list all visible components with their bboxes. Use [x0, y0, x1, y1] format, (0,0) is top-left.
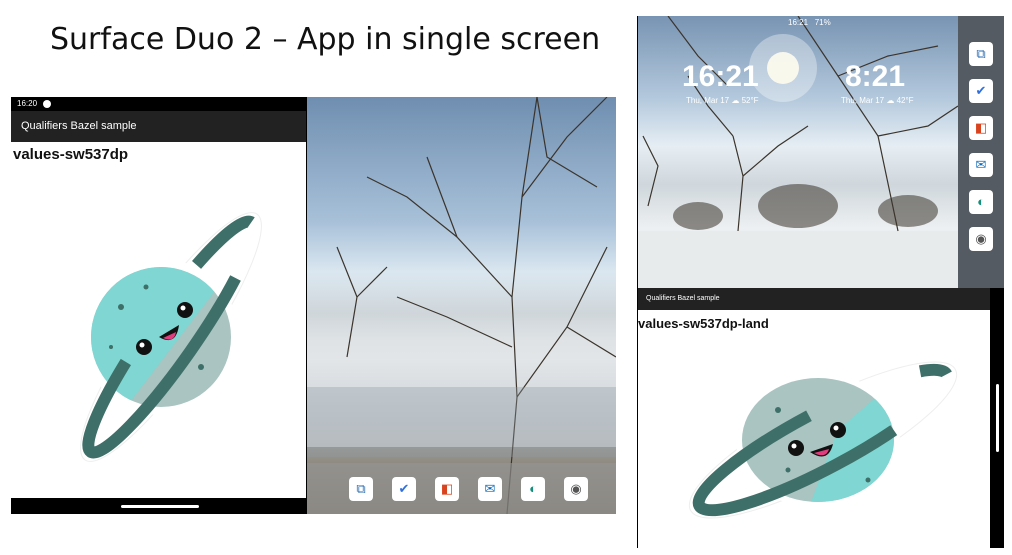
surface-duo-landscape: 16:21 71% 16:21 Thu, Mar 17 ☁ 52°F 8:21 …	[637, 16, 1004, 548]
notification-icon	[43, 100, 51, 108]
winter-field-wallpaper	[638, 16, 958, 288]
status-time: 16:20	[17, 99, 38, 108]
status-bar: 16:21 71%	[788, 18, 831, 27]
qualifier-label: values-sw537dp-land	[638, 316, 769, 331]
app-title: Qualifiers Bazel sample	[638, 288, 990, 310]
app-rail: ⧉ ✔ ◧ ✉ ◐ ◉	[958, 16, 1004, 288]
status-bar: 16:20	[11, 97, 306, 111]
date-weather-right: Thu, Mar 17 ☁ 42°F	[841, 96, 914, 105]
office-icon[interactable]: ◧	[435, 477, 459, 501]
outlook-icon[interactable]: ✉	[969, 153, 993, 177]
winter-trees-wallpaper	[307, 97, 616, 514]
qualifier-label: values-sw537dp	[13, 146, 129, 163]
dual-screen-icon[interactable]: ⧉	[969, 42, 993, 66]
app-title: Qualifiers Bazel sample	[11, 111, 306, 142]
edge-icon[interactable]: ◐	[521, 477, 545, 501]
app-screen: values-sw537dp-land	[638, 310, 990, 548]
clock-right: 8:21	[845, 60, 906, 93]
camera-icon[interactable]: ◉	[564, 477, 588, 501]
planet-illustration	[688, 361, 958, 519]
todo-icon[interactable]: ✔	[969, 79, 993, 103]
dual-screen-icon[interactable]: ⧉	[349, 477, 373, 501]
surface-duo-portrait: 16:20 Qualifiers Bazel sample values-sw5…	[11, 97, 616, 514]
status-time: 16:21	[788, 18, 809, 27]
screen-resize-handle[interactable]	[996, 384, 999, 452]
outlook-icon[interactable]: ✉	[478, 477, 502, 501]
app-screen: 16:20 Qualifiers Bazel sample values-sw5…	[11, 97, 306, 514]
battery-level: 71%	[814, 18, 831, 27]
home-gesture-handle[interactable]	[121, 505, 199, 508]
office-icon[interactable]: ◧	[969, 116, 993, 140]
navigation-bar	[11, 498, 306, 514]
edge-icon[interactable]: ◐	[969, 190, 993, 214]
todo-icon[interactable]: ✔	[392, 477, 416, 501]
slide-title: Surface Duo 2 – App in single screen	[50, 22, 601, 57]
planet-illustration	[80, 212, 262, 462]
clock-left: 16:21	[682, 60, 759, 93]
app-dock: ⧉ ✔ ◧ ✉ ◐ ◉	[307, 463, 616, 514]
lock-screen-wallpaper: 16:21 71% 16:21 Thu, Mar 17 ☁ 52°F 8:21 …	[638, 16, 958, 288]
wallpaper-screen: ⧉ ✔ ◧ ✉ ◐ ◉	[307, 97, 616, 514]
date-weather-left: Thu, Mar 17 ☁ 52°F	[686, 96, 759, 105]
camera-icon[interactable]: ◉	[969, 227, 993, 251]
